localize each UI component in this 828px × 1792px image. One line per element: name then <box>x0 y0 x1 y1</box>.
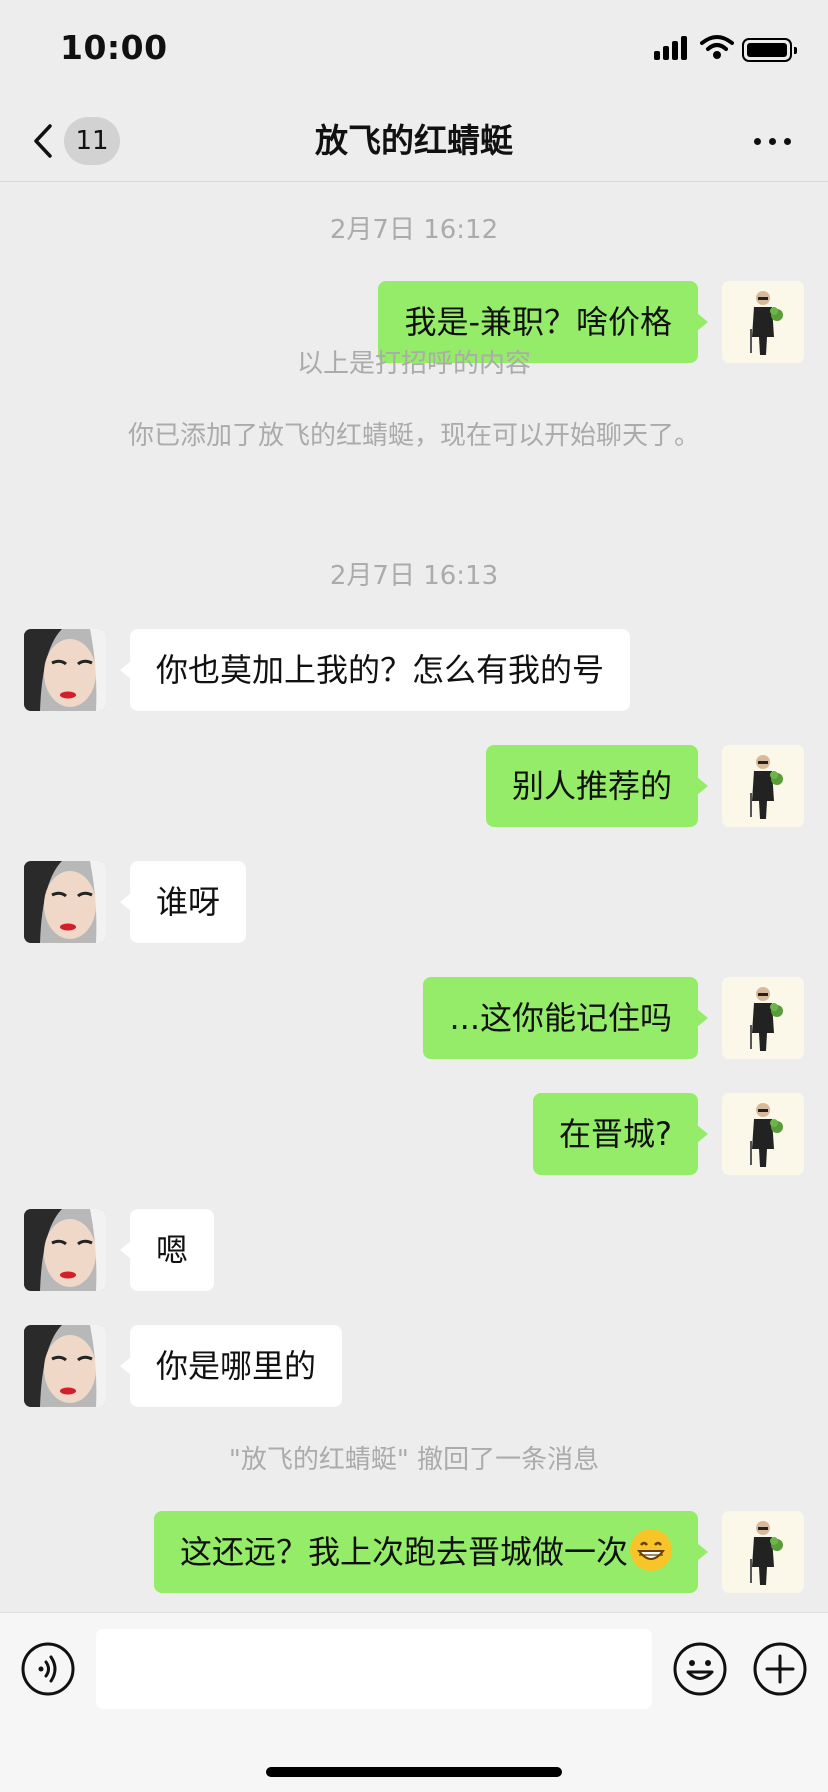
wifi-icon <box>700 35 734 59</box>
unread-count-badge[interactable]: 11 <box>64 117 120 165</box>
message-row-received: 你是哪里的 <box>0 1325 828 1407</box>
message-bubble[interactable]: 别人推荐的 <box>485 745 709 827</box>
message-bubble[interactable]: 嗯 <box>119 1209 215 1291</box>
status-time: 10:00 <box>60 28 168 67</box>
back-chevron-icon[interactable] <box>30 122 56 160</box>
voice-input-icon[interactable] <box>20 1641 76 1697</box>
chat-header: 11 放飞的红蜻蜓 <box>0 100 828 182</box>
message-bubble[interactable]: 这还远？我上次跑去晋城做一次 <box>153 1511 709 1593</box>
more-options-icon[interactable] <box>748 126 796 156</box>
message-row-sent: 别人推荐的 <box>0 745 828 827</box>
message-row-sent: 在晋城? <box>0 1093 828 1175</box>
my-avatar[interactable] <box>722 745 804 827</box>
contact-avatar[interactable] <box>24 1209 106 1291</box>
contact-avatar[interactable] <box>24 629 106 711</box>
message-bubble[interactable]: 你也莫加上我的？怎么有我的号 <box>119 629 631 711</box>
message-row-received: 你也莫加上我的？怎么有我的号 <box>0 629 828 711</box>
my-avatar[interactable] <box>722 977 804 1059</box>
system-note: 你已添加了放飞的红蜻蜓，现在可以开始聊天了。 <box>127 421 700 451</box>
message-bubble[interactable]: 你是哪里的 <box>119 1325 343 1407</box>
timestamp: 2月7日 16:12 <box>329 215 499 245</box>
status-bar: 10:00 <box>0 0 828 100</box>
message-text: 这还远？我上次跑去晋城做一次 <box>179 1533 628 1571</box>
message-bubble[interactable]: 在晋城? <box>533 1093 708 1175</box>
system-note: 以上是打招呼的内容 <box>296 349 531 379</box>
timestamp: 2月7日 16:13 <box>329 561 499 591</box>
my-avatar[interactable] <box>722 1511 804 1593</box>
message-row-received: 谁呀 <box>0 861 828 943</box>
home-indicator <box>266 1767 562 1777</box>
message-row-sent: ...这你能记住吗 <box>0 977 828 1059</box>
contact-avatar[interactable] <box>24 861 106 943</box>
message-row-sent: 这还远？我上次跑去晋城做一次 <box>0 1511 828 1593</box>
add-more-icon[interactable] <box>752 1641 808 1697</box>
recall-notice: "放飞的红蜻蜓" 撤回了一条消息 <box>228 1445 600 1475</box>
chat-title: 放飞的红蜻蜓 <box>315 121 513 160</box>
message-bubble[interactable]: 谁呀 <box>119 861 247 943</box>
chat-message-list[interactable]: 2月7日 16:12 我是-兼职？啥价格 以上是打招呼的内容 你已添加了放飞的红… <box>0 183 828 1611</box>
cellular-signal-icon <box>654 34 688 60</box>
input-bar <box>0 1612 828 1792</box>
emoji-picker-icon[interactable] <box>672 1641 728 1697</box>
battery-icon <box>742 38 797 62</box>
my-avatar[interactable] <box>722 1093 804 1175</box>
message-bubble[interactable]: ...这你能记住吗 <box>423 977 708 1059</box>
message-row-received: 嗯 <box>0 1209 828 1291</box>
contact-avatar[interactable] <box>24 1325 106 1407</box>
grinning-face-emoji-icon <box>630 1529 672 1571</box>
message-input[interactable] <box>96 1629 652 1709</box>
